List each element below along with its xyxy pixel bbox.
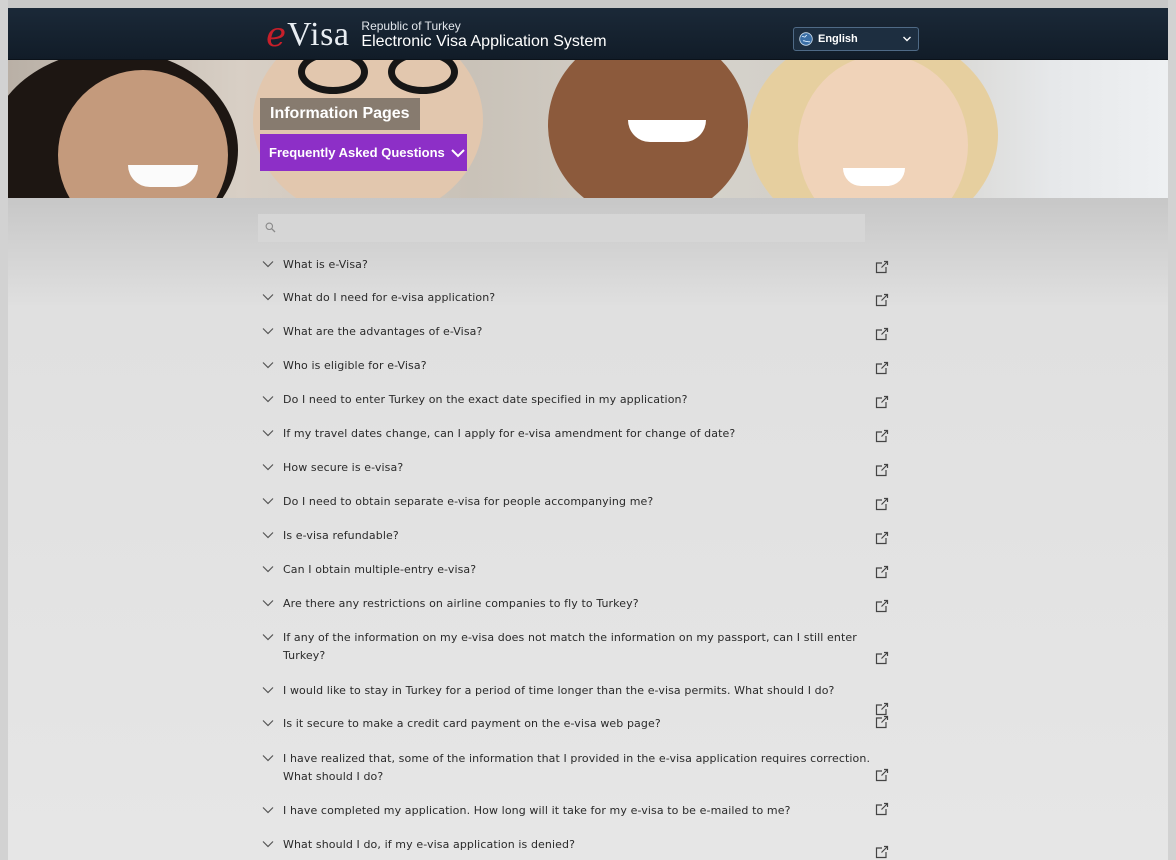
- open-in-new-icon[interactable]: [875, 497, 889, 511]
- logo-visa-word: Visa: [287, 16, 350, 53]
- faq-item[interactable]: I have completed my application. How lon…: [258, 802, 898, 820]
- faq-item[interactable]: Do I need to enter Turkey on the exact d…: [258, 391, 898, 409]
- faq-content: What is e-Visa? What do I need for e-visa…: [8, 198, 1168, 860]
- open-in-new-icon[interactable]: [875, 651, 889, 665]
- faq-item[interactable]: If my travel dates change, can I apply f…: [258, 425, 898, 443]
- faq-item[interactable]: Is it secure to make a credit card payme…: [258, 715, 898, 733]
- chevron-down-icon: [903, 36, 911, 42]
- page-section-title: Information Pages: [260, 98, 420, 130]
- evisa-logo[interactable]: e Visa Republic of Turkey Electronic Vis…: [266, 15, 607, 55]
- site-header: e Visa Republic of Turkey Electronic Vis…: [8, 8, 1168, 60]
- logo-title: Electronic Visa Application System: [361, 32, 607, 50]
- chevron-down-icon: [262, 498, 274, 505]
- chevron-down-icon: [262, 362, 274, 369]
- language-label: English: [818, 33, 858, 45]
- faq-question: What is e-Visa?: [283, 258, 368, 271]
- open-in-new-icon[interactable]: [875, 429, 889, 443]
- faq-question: Do I need to enter Turkey on the exact d…: [283, 393, 688, 406]
- faq-question: Is e-visa refundable?: [283, 529, 399, 542]
- faq-question: Do I need to obtain separate e-visa for …: [283, 495, 654, 508]
- open-in-new-icon[interactable]: [875, 768, 889, 782]
- faq-question: I would like to stay in Turkey for a per…: [283, 684, 835, 697]
- hero-banner: Information Pages Frequently Asked Quest…: [8, 60, 1168, 198]
- open-in-new-icon[interactable]: [875, 802, 889, 816]
- chevron-down-icon: [262, 532, 274, 539]
- globe-icon: [799, 32, 813, 46]
- faq-question: What should I do, if my e-visa applicati…: [283, 838, 576, 851]
- faq-question: What are the advantages of e-Visa?: [283, 325, 483, 338]
- faq-item[interactable]: Do I need to obtain separate e-visa for …: [258, 493, 898, 511]
- chevron-down-icon: [262, 600, 274, 607]
- faq-item[interactable]: What do I need for e-visa application?: [258, 289, 898, 307]
- banner-photo-smile-3: [628, 120, 706, 142]
- faq-item[interactable]: I would like to stay in Turkey for a per…: [258, 682, 898, 700]
- faq-question: Can I obtain multiple-entry e-visa?: [283, 563, 477, 576]
- faq-question: What do I need for e-visa application?: [283, 291, 496, 304]
- open-in-new-icon[interactable]: [875, 293, 889, 307]
- chevron-down-icon: [451, 148, 465, 157]
- window-frame-right: [1168, 0, 1176, 860]
- chevron-down-icon: [262, 755, 274, 762]
- window-frame-left: [0, 0, 8, 860]
- faq-item[interactable]: I have realized that, some of the inform…: [258, 750, 898, 786]
- chevron-down-icon: [262, 566, 274, 573]
- open-in-new-icon[interactable]: [875, 599, 889, 613]
- faq-question: How secure is e-visa?: [283, 461, 404, 474]
- faq-item[interactable]: How secure is e-visa?: [258, 459, 898, 477]
- chevron-down-icon: [262, 807, 274, 814]
- faq-item[interactable]: What should I do, if my e-visa applicati…: [258, 836, 898, 854]
- faq-item[interactable]: If any of the information on my e-visa d…: [258, 629, 898, 665]
- faq-item[interactable]: What is e-Visa?: [258, 256, 898, 274]
- chevron-down-icon: [262, 328, 274, 335]
- faq-question: Is it secure to make a credit card payme…: [283, 717, 661, 730]
- faq-item[interactable]: What are the advantages of e-Visa?: [258, 323, 898, 341]
- chevron-down-icon: [262, 464, 274, 471]
- chevron-down-icon: [262, 396, 274, 403]
- search-icon: [265, 222, 276, 233]
- faq-category-select[interactable]: Frequently Asked Questions: [260, 134, 467, 171]
- faq-question: I have completed my application. How lon…: [283, 804, 791, 817]
- chevron-down-icon: [262, 687, 274, 694]
- faq-item[interactable]: Are there any restrictions on airline co…: [258, 595, 898, 613]
- banner-photo-smile-1: [128, 165, 198, 187]
- open-in-new-icon[interactable]: [875, 845, 889, 859]
- faq-category-label: Frequently Asked Questions: [269, 145, 445, 160]
- logo-e-mark: e: [266, 15, 287, 55]
- faq-item[interactable]: Who is eligible for e-Visa?: [258, 357, 898, 375]
- faq-question: Who is eligible for e-Visa?: [283, 359, 427, 372]
- open-in-new-icon[interactable]: [875, 361, 889, 375]
- chevron-down-icon: [262, 841, 274, 848]
- chevron-down-icon: [262, 634, 274, 641]
- faq-question: If my travel dates change, can I apply f…: [283, 427, 736, 440]
- open-in-new-icon[interactable]: [875, 395, 889, 409]
- open-in-new-icon[interactable]: [875, 565, 889, 579]
- faq-item[interactable]: Is e-visa refundable?: [258, 527, 898, 545]
- open-in-new-icon[interactable]: [875, 463, 889, 477]
- open-in-new-icon[interactable]: [875, 531, 889, 545]
- open-in-new-icon[interactable]: [875, 327, 889, 341]
- faq-item[interactable]: Can I obtain multiple-entry e-visa?: [258, 561, 898, 579]
- open-in-new-icon[interactable]: [875, 715, 889, 729]
- logo-subtitle: Republic of Turkey: [361, 18, 461, 33]
- logo-text: Republic of Turkey Electronic Visa Appli…: [361, 18, 607, 51]
- open-in-new-icon[interactable]: [875, 702, 889, 716]
- banner-photo-smile-4: [843, 168, 905, 186]
- chevron-down-icon: [262, 720, 274, 727]
- open-in-new-icon[interactable]: [875, 260, 889, 274]
- faq-search-input[interactable]: [258, 214, 865, 242]
- chevron-down-icon: [262, 430, 274, 437]
- window-frame-top: [0, 0, 1176, 8]
- faq-question: I have realized that, some of the inform…: [283, 752, 871, 783]
- language-select[interactable]: English: [793, 27, 919, 51]
- chevron-down-icon: [262, 294, 274, 301]
- faq-question: If any of the information on my e-visa d…: [283, 631, 857, 662]
- faq-question: Are there any restrictions on airline co…: [283, 597, 639, 610]
- chevron-down-icon: [262, 261, 274, 268]
